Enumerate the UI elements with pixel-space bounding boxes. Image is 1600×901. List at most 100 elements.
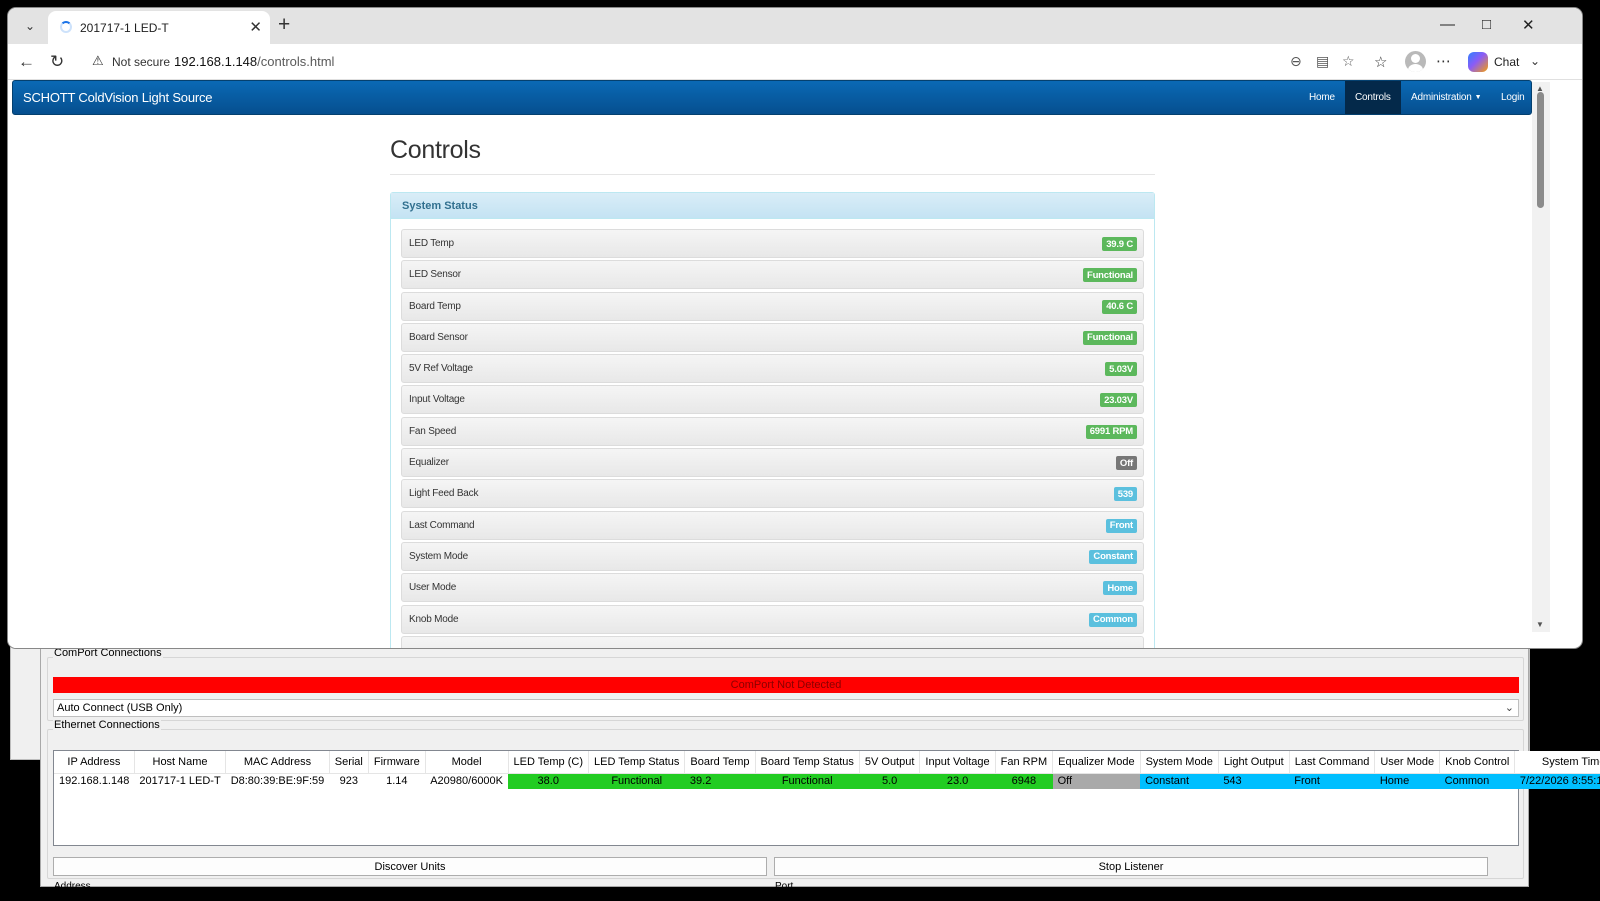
nav-administration[interactable]: Administration ▼ (1401, 81, 1491, 114)
close-tab-icon[interactable]: ✕ (249, 18, 262, 36)
grid-cell[interactable]: 6948 (995, 773, 1053, 789)
chevron-down-icon[interactable]: ⌄ (1505, 701, 1514, 714)
grid-column-header[interactable]: MAC Address (225, 751, 330, 774)
tab-active[interactable]: 201717-1 LED-T ✕ (48, 11, 270, 44)
nav-controls[interactable]: Controls (1345, 81, 1401, 114)
address-bar[interactable]: ⚠ Not secure 192.168.1.148/controls.html… (80, 48, 1378, 76)
warning-triangle-icon[interactable]: ⚠ (92, 53, 104, 69)
grid-column-header[interactable]: Light Output (1218, 751, 1290, 774)
status-label: Input Voltage (409, 394, 465, 406)
status-row: Input Voltage 23.03V (401, 385, 1144, 415)
grid-column-header[interactable]: LED Temp (C) (508, 751, 590, 774)
status-badge: Functional (1082, 330, 1137, 345)
grid-column-header[interactable]: Board Temp (684, 751, 756, 774)
reload-icon[interactable]: ↻ (50, 52, 64, 72)
grid-cell[interactable]: 7/22/2026 8:55:18 AM (1514, 773, 1600, 789)
nav-home[interactable]: Home (1299, 81, 1345, 114)
chat-button-label[interactable]: Chat (1494, 55, 1519, 69)
grid-cell[interactable]: 201717-1 LED-T (134, 773, 225, 789)
status-badge: Constant (1089, 549, 1137, 564)
grid-column-header[interactable]: Host Name (134, 751, 227, 774)
grid-column-header[interactable]: Knob Control (1439, 751, 1516, 774)
copilot-icon[interactable] (1468, 52, 1488, 72)
grid-cell[interactable]: 23.0 (919, 773, 996, 789)
zoom-out-icon[interactable]: ⊖ (1290, 53, 1302, 70)
status-label: Board Temp (409, 300, 461, 312)
grid-cell[interactable]: Functional (588, 773, 685, 789)
grid-column-header[interactable]: Fan RPM (995, 751, 1054, 774)
minimize-icon[interactable]: — (1440, 16, 1455, 33)
back-arrow-icon[interactable]: ← (18, 52, 35, 72)
grid-cell[interactable]: 543 (1218, 773, 1290, 789)
grid-column-header[interactable]: Equalizer Mode (1052, 751, 1141, 774)
new-tab-plus-icon[interactable]: + (278, 13, 290, 37)
maximize-icon[interactable]: □ (1482, 16, 1491, 33)
grid-cell[interactable]: Front (1289, 773, 1375, 789)
main-container: Controls System Status LED Temp 39.9 C LED… (390, 136, 1155, 648)
url-host: 192.168.1.148 (174, 54, 258, 69)
url-text[interactable]: 192.168.1.148/controls.html (174, 54, 334, 69)
grid-column-header[interactable]: 5V Output (859, 751, 921, 774)
tab-list-chevron-icon[interactable]: ⌄ (16, 14, 44, 38)
nav-login[interactable]: Login (1491, 81, 1534, 114)
browser-window: ⌄ 201717-1 LED-T ✕ + — □ ✕ ← ↻ ⚠ Not sec… (8, 8, 1582, 648)
status-label: Equalizer (409, 457, 449, 469)
status-label: LED Sensor (409, 269, 461, 281)
reader-mode-icon[interactable]: ▤ (1316, 53, 1329, 70)
grid-cell[interactable]: 5.0 (859, 773, 920, 789)
page-scrollbar[interactable]: ▲ ▼ (1532, 82, 1550, 632)
status-label: Light Feed Back (409, 488, 479, 500)
grid-cell[interactable]: Common (1439, 773, 1515, 789)
grid-cell[interactable]: Off (1052, 773, 1141, 789)
grid-cell[interactable]: Constant (1140, 773, 1219, 789)
chat-chevron-icon[interactable]: ⌄ (1530, 54, 1540, 68)
grid-column-header[interactable]: LED Temp Status (588, 751, 686, 774)
port-label: Port (775, 881, 794, 892)
grid-cell[interactable]: Functional (755, 773, 860, 789)
grid-cell[interactable]: 192.168.1.148 (54, 773, 134, 789)
more-options-icon[interactable]: ⋯ (1436, 52, 1451, 70)
grid-column-header[interactable]: System Mode (1140, 751, 1219, 774)
favorite-star-icon[interactable]: ☆ (1342, 53, 1355, 70)
status-badge: 40.6 C (1102, 299, 1137, 314)
status-badge: 6991 RPM (1085, 424, 1137, 439)
status-row: Knob Mode Common (401, 604, 1144, 634)
page-viewport: SCHOTT ColdVision Light Source Home Cont… (8, 80, 1550, 648)
grid-column-header[interactable]: Board Temp Status (755, 751, 860, 774)
discover-units-button[interactable]: Discover Units (53, 857, 767, 876)
grid-column-header[interactable]: Model (425, 751, 509, 774)
connect-mode-select[interactable]: Auto Connect (USB Only) ⌄ (53, 699, 1519, 717)
favorites-icon[interactable]: ☆ (1374, 53, 1387, 71)
grid-cell[interactable]: 38.0 (508, 773, 589, 789)
status-label: System Mode (409, 550, 468, 562)
grid-column-header[interactable]: Serial (329, 751, 369, 774)
ethernet-units-grid[interactable]: IP Address Host Name MAC Address Serial Firm… (53, 750, 1600, 846)
scrollbar-thumb[interactable] (1537, 92, 1544, 208)
grid-row[interactable]: 192.168.1.148 201717-1 LED-T D8:80:39:BE:9… (54, 773, 1600, 789)
scroll-down-arrow-icon[interactable]: ▼ (1536, 620, 1544, 629)
window-close-icon[interactable]: ✕ (1522, 16, 1535, 34)
status-row: Light Feed Back 539 (401, 479, 1144, 509)
grid-column-header[interactable]: Input Voltage (919, 751, 996, 774)
grid-column-header[interactable]: User Mode (1374, 751, 1441, 774)
stop-listener-button[interactable]: Stop Listener (774, 857, 1488, 876)
grid-cell[interactable]: 1.14 (368, 773, 425, 789)
profile-avatar-icon[interactable] (1405, 51, 1426, 72)
ethernet-group-label: Ethernet Connections (53, 719, 161, 731)
status-label: Knob Mode (409, 613, 459, 625)
status-label: Last Command (409, 519, 475, 531)
status-badge: 539 (1113, 487, 1137, 502)
site-brand[interactable]: SCHOTT ColdVision Light Source (23, 90, 213, 105)
grid-cell[interactable]: Home (1374, 773, 1440, 789)
grid-column-header[interactable]: Last Command (1289, 751, 1376, 774)
grid-cell[interactable]: 39.2 (684, 773, 756, 789)
url-path: /controls.html (257, 54, 335, 69)
status-row: Board Sensor Functional (401, 322, 1144, 352)
grid-cell[interactable]: D8:80:39:BE:9F:59 (226, 773, 330, 789)
grid-cell[interactable]: 923 (329, 773, 368, 789)
grid-cell[interactable]: A20980/6000K (425, 773, 508, 789)
grid-column-header[interactable]: IP Address (54, 751, 135, 774)
grid-column-header[interactable]: Firmware (368, 751, 426, 774)
not-secure-label[interactable]: Not secure (112, 55, 170, 69)
grid-column-header[interactable]: System Time (1514, 751, 1600, 774)
